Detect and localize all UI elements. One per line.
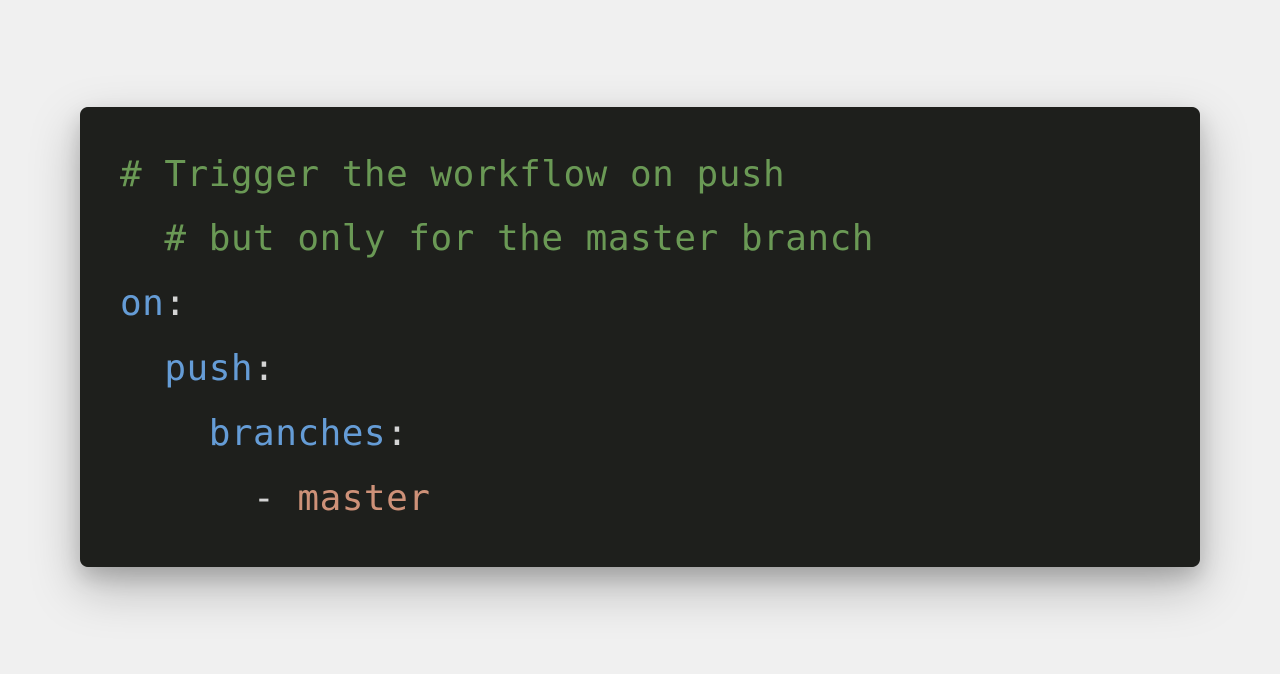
code-line-6: - master — [120, 467, 1160, 532]
code-line-2: # but only for the master branch — [120, 207, 1160, 272]
indent — [120, 348, 164, 389]
code-block: # Trigger the workflow on push # but onl… — [80, 107, 1200, 568]
code-line-3: on: — [120, 272, 1160, 337]
code-line-4: push: — [120, 337, 1160, 402]
indent — [120, 478, 253, 519]
colon: : — [386, 413, 408, 454]
comment-text: # Trigger the workflow on push — [120, 154, 785, 195]
yaml-key: push — [164, 348, 253, 389]
code-line-1: # Trigger the workflow on push — [120, 143, 1160, 208]
yaml-value: master — [297, 478, 430, 519]
colon: : — [164, 283, 186, 324]
comment-text: # but only for the master branch — [164, 218, 874, 259]
dash: - — [253, 478, 297, 519]
yaml-key: on — [120, 283, 164, 324]
indent — [120, 218, 164, 259]
yaml-key: branches — [209, 413, 386, 454]
code-line-5: branches: — [120, 402, 1160, 467]
colon: : — [253, 348, 275, 389]
indent — [120, 413, 209, 454]
